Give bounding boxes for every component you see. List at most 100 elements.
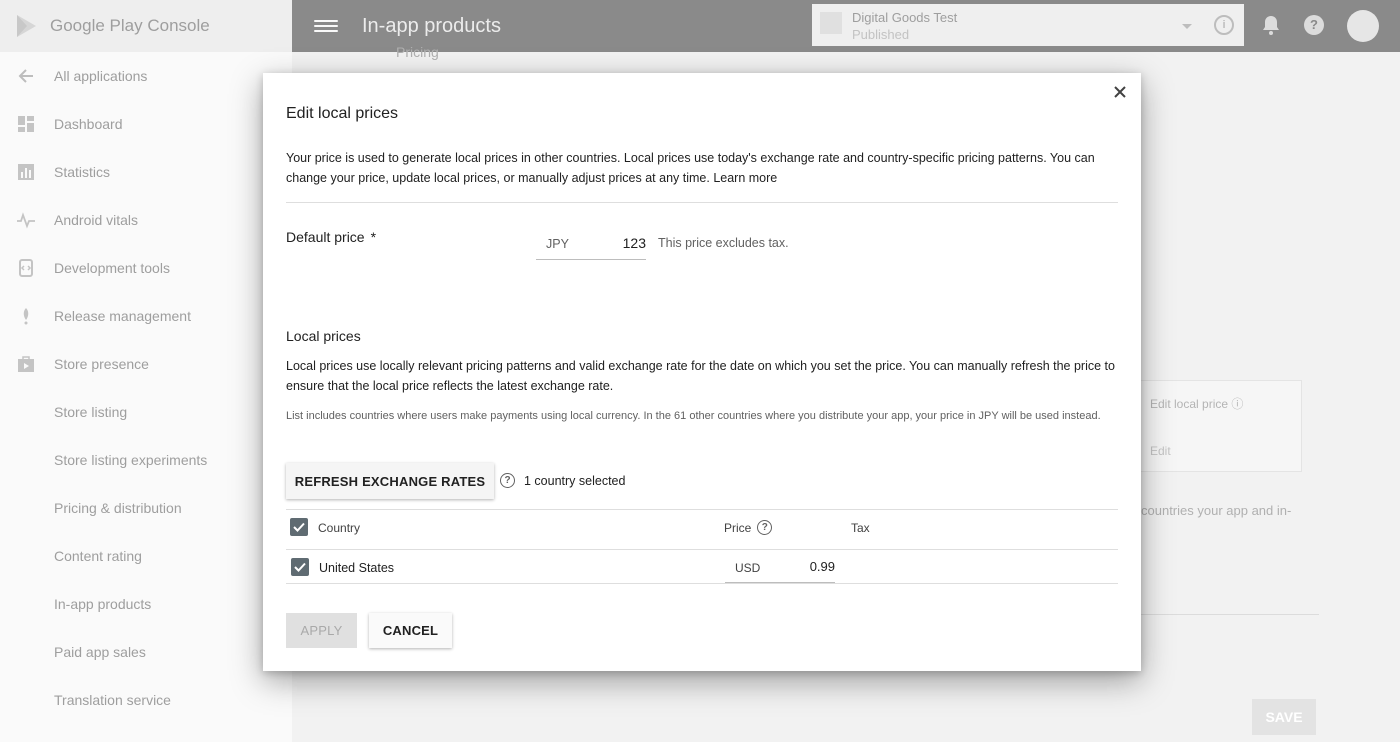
rocket-icon bbox=[16, 306, 36, 326]
column-header-price: Price ? bbox=[724, 520, 773, 535]
local-prices-description: Local prices use locally relevant pricin… bbox=[286, 359, 1115, 393]
brand-name: Google Play Console bbox=[50, 16, 210, 35]
sidebar-item-statistics[interactable]: Statistics bbox=[0, 148, 292, 196]
default-price-label: Default price * bbox=[286, 229, 376, 245]
sidebar-item-store-listing-experiments[interactable]: Store listing experiments bbox=[0, 436, 292, 484]
sidebar-item-label: Release management bbox=[54, 308, 191, 324]
cancel-button[interactable]: CANCEL bbox=[369, 613, 452, 648]
row-price-amount[interactable]: 0.99 bbox=[810, 559, 835, 574]
save-button[interactable]: SAVE bbox=[1252, 699, 1316, 735]
pulse-icon bbox=[16, 210, 36, 230]
check-icon bbox=[293, 522, 305, 532]
app-status: Published bbox=[852, 27, 910, 42]
required-mark: * bbox=[370, 229, 377, 245]
sidebar-item-release-management[interactable]: Release management bbox=[0, 292, 292, 340]
price-header-text: Price bbox=[724, 520, 752, 535]
apply-button[interactable]: APPLY bbox=[286, 613, 357, 648]
sidebar-item-label: Statistics bbox=[54, 164, 111, 180]
sidebar-item-dashboard[interactable]: Dashboard bbox=[0, 100, 292, 148]
table-bottom-divider bbox=[286, 583, 1118, 584]
help-circle-icon: ⓘ bbox=[1231, 397, 1244, 411]
sidebar-item-label: Store listing experiments bbox=[54, 452, 208, 468]
intro-text: Your price is used to generate local pri… bbox=[286, 151, 1095, 185]
default-price-text: Default price bbox=[286, 229, 365, 245]
sidebar-item-store-presence[interactable]: Store presence bbox=[0, 340, 292, 388]
sidebar-item-label: In-app products bbox=[54, 596, 152, 612]
sidebar-item-label: Store listing bbox=[54, 404, 128, 420]
help-icon[interactable]: ? bbox=[1303, 14, 1325, 36]
background-countries-text: countries your app and in- bbox=[1141, 503, 1292, 518]
edit-local-price-label: Edit local price ⓘ bbox=[1150, 395, 1243, 412]
divider bbox=[286, 202, 1118, 203]
selection-info: ? 1 country selected bbox=[500, 473, 625, 488]
bell-icon[interactable] bbox=[1260, 14, 1282, 36]
sidebar-item-development-tools[interactable]: Development tools bbox=[0, 244, 292, 292]
bar-chart-icon bbox=[16, 162, 36, 182]
row-country: United States bbox=[319, 561, 395, 575]
default-price-input[interactable]: JPY 123 bbox=[536, 231, 646, 260]
wrench-icon bbox=[16, 258, 36, 278]
default-price-amount[interactable]: 123 bbox=[623, 235, 646, 251]
sidebar-item-label: Store presence bbox=[54, 356, 149, 372]
check-icon bbox=[294, 562, 306, 572]
table-header-divider bbox=[286, 549, 1118, 550]
edit-local-price-text: Edit local price bbox=[1150, 397, 1229, 411]
sidebar-item-android-vitals[interactable]: Android vitals bbox=[0, 196, 292, 244]
local-prices-note: List includes countries where users make… bbox=[286, 410, 1101, 422]
select-all-checkbox[interactable] bbox=[290, 518, 308, 536]
app-name: Digital Goods Test bbox=[852, 10, 958, 25]
background-divider bbox=[1141, 614, 1319, 615]
app-selector[interactable]: Digital Goods Test Published i bbox=[812, 4, 1244, 46]
sidebar-item-content-rating[interactable]: Content rating bbox=[0, 532, 292, 580]
dashboard-icon bbox=[16, 114, 36, 134]
sidebar-item-label: Translation service bbox=[54, 692, 171, 708]
sidebar-item-all-applications[interactable]: All applications bbox=[0, 52, 292, 100]
info-icon[interactable]: i bbox=[1214, 15, 1234, 35]
app-thumbnail bbox=[820, 12, 842, 34]
hamburger-menu-icon[interactable] bbox=[314, 20, 338, 32]
background-card bbox=[1120, 380, 1302, 472]
avatar[interactable] bbox=[1347, 10, 1379, 42]
sidebar-item-label: Dashboard bbox=[54, 116, 123, 132]
table-top-divider bbox=[286, 509, 1118, 510]
chevron-down-icon bbox=[1182, 24, 1192, 29]
column-header-tax: Tax bbox=[851, 521, 870, 535]
row-price-currency: USD bbox=[735, 561, 761, 575]
learn-more-link[interactable]: Learn more bbox=[713, 171, 777, 185]
sidebar-item-paid-app-sales[interactable]: Paid app sales bbox=[0, 628, 292, 676]
column-header-country: Country bbox=[318, 521, 361, 535]
sidebar-item-pricing-distribution[interactable]: Pricing & distribution bbox=[0, 484, 292, 532]
help-circle-icon[interactable]: ? bbox=[500, 473, 515, 488]
refresh-exchange-rates-button[interactable]: REFRESH EXCHANGE RATES bbox=[286, 463, 494, 499]
close-icon[interactable] bbox=[1110, 82, 1130, 102]
sidebar-item-store-listing[interactable]: Store listing bbox=[0, 388, 292, 436]
background-section-label: Pricing bbox=[396, 44, 439, 60]
dialog-intro: Your price is used to generate local pri… bbox=[286, 148, 1126, 188]
edit-local-prices-dialog: Edit local prices Your price is used to … bbox=[263, 73, 1141, 671]
shopping-bag-icon bbox=[16, 354, 36, 374]
sidebar-item-label: Pricing & distribution bbox=[54, 500, 182, 516]
sidebar-item-label: Content rating bbox=[54, 548, 142, 564]
play-console-logo-icon bbox=[17, 15, 36, 37]
price-note: This price excludes tax. bbox=[658, 236, 789, 250]
sidebar-item-label: Paid app sales bbox=[54, 644, 146, 660]
edit-link[interactable]: Edit bbox=[1150, 444, 1171, 458]
top-bar: In-app products Digital Goods Test Publi… bbox=[292, 0, 1400, 52]
brand[interactable]: Google Play Console bbox=[0, 0, 292, 52]
local-prices-title: Local prices bbox=[286, 328, 361, 344]
sidebar-item-label: Development tools bbox=[54, 260, 170, 276]
arrow-left-icon bbox=[16, 66, 36, 86]
row-checkbox[interactable] bbox=[291, 558, 309, 576]
sidebar-item-in-app-products[interactable]: In-app products bbox=[0, 580, 292, 628]
sidebar-item-label: All applications bbox=[54, 68, 148, 84]
default-price-currency: JPY bbox=[546, 237, 569, 251]
help-circle-icon[interactable]: ? bbox=[757, 520, 773, 535]
page-title: In-app products bbox=[362, 14, 501, 37]
sidebar-item-translation-service[interactable]: Translation service bbox=[0, 676, 292, 724]
row-price-input[interactable]: USD 0.99 bbox=[725, 555, 835, 583]
sidebar: Google Play Console All applications Das… bbox=[0, 0, 292, 742]
selected-count: 1 country selected bbox=[524, 473, 626, 488]
sidebar-item-label: Android vitals bbox=[54, 212, 139, 228]
dialog-title: Edit local prices bbox=[286, 105, 399, 122]
sidebar-nav: All applications Dashboard Statistics An… bbox=[0, 52, 292, 724]
